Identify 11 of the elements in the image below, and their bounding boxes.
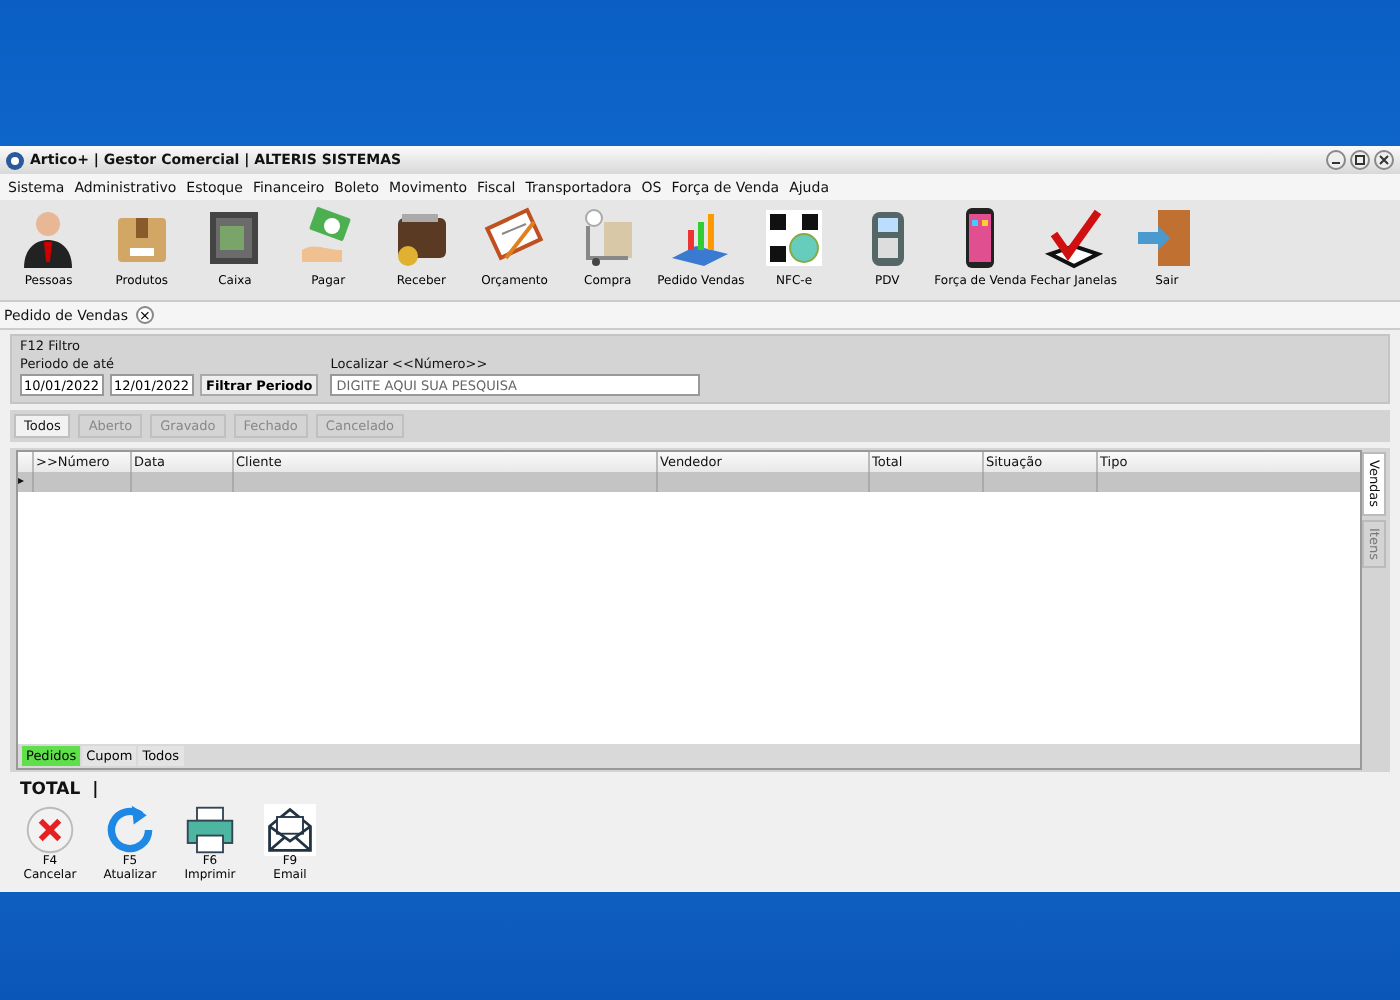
- minimize-icon[interactable]: [1326, 150, 1346, 170]
- app-logo-icon: [6, 151, 24, 169]
- check-icon: [1041, 206, 1106, 270]
- qr-icon: [762, 206, 827, 270]
- maximize-icon[interactable]: [1350, 150, 1370, 170]
- close-icon[interactable]: [1374, 150, 1394, 170]
- email-icon: [264, 804, 316, 856]
- print-icon: [184, 804, 236, 856]
- refresh-icon: [104, 804, 156, 856]
- cancel-icon: [24, 804, 76, 856]
- total-label: TOTAL |: [20, 780, 101, 800]
